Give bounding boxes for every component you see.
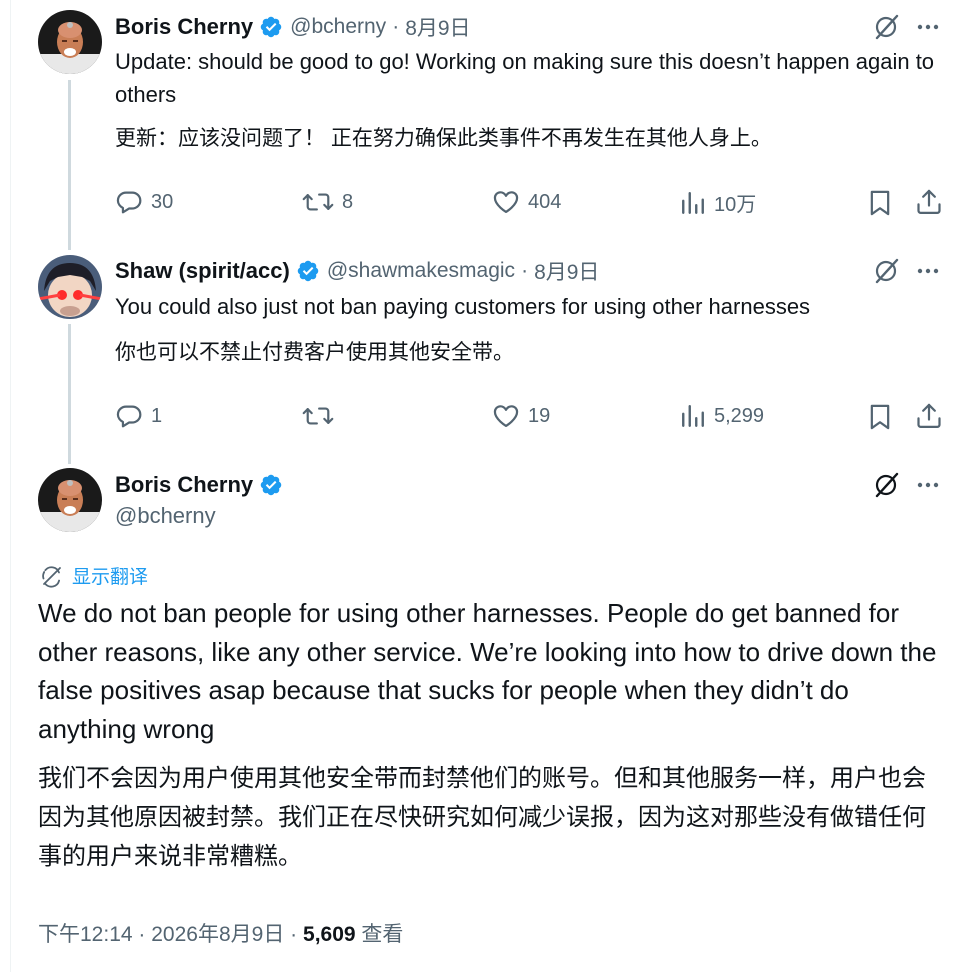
views-count: 5,299 (714, 404, 765, 427)
views-bar-chart-icon (682, 405, 704, 427)
show-translation-link[interactable]: 显示翻译 (40, 562, 148, 589)
more-dots-icon[interactable] (914, 13, 942, 41)
thread-connector-line (68, 324, 71, 464)
grok-icon[interactable] (872, 257, 900, 285)
repost-icon (302, 193, 334, 211)
main-tweet-header: Boris Cherny (115, 470, 283, 500)
tweet-header: Boris Cherny @bcherny · 8月9日 (115, 12, 471, 42)
share-button[interactable] (915, 402, 943, 430)
avatar-boris-image (38, 468, 102, 532)
avatar-boris-image (38, 10, 102, 74)
translate-icon (42, 565, 61, 588)
tweet-header: Shaw (spirit/acc) @shawmakesmagic · 8月9日 (115, 256, 599, 286)
display-name[interactable]: Boris Cherny (115, 472, 253, 498)
avatar-boris-cherny[interactable] (38, 10, 102, 74)
meta-separator: · (521, 259, 529, 282)
bookmark-button[interactable] (866, 189, 894, 217)
grok-icon[interactable] (872, 13, 900, 41)
reply-icon (116, 191, 142, 214)
like-button[interactable]: 19 (492, 402, 550, 430)
view-count: 5,609 (303, 923, 356, 946)
bookmark-icon (870, 404, 890, 430)
tweet-date[interactable]: 8月9日 (534, 256, 599, 286)
display-name[interactable]: Shaw (spirit/acc) (115, 258, 290, 284)
avatar-boris-cherny[interactable] (38, 468, 102, 532)
repost-count: 8 (342, 190, 354, 213)
bookmark-icon (870, 190, 890, 216)
tweet-date[interactable]: 2026年8月9日 (151, 923, 284, 946)
verified-badge-icon[interactable] (259, 473, 283, 497)
heart-icon (493, 191, 519, 214)
reply-button[interactable]: 1 (115, 402, 162, 430)
reply-count: 30 (151, 190, 174, 213)
grok-icon[interactable] (872, 471, 900, 499)
repost-button[interactable]: 8 (302, 188, 353, 216)
verified-badge-icon[interactable] (296, 259, 320, 283)
reply-icon (116, 405, 142, 428)
views-count: 10万 (714, 194, 757, 216)
views-bar-chart-icon (682, 191, 704, 214)
verified-badge-icon[interactable] (259, 15, 283, 39)
handle[interactable]: @bcherny (290, 15, 386, 39)
tweet-date[interactable]: 8月9日 (405, 12, 470, 42)
tweet-translation: 更新：应该没问题了！ 正在努力确保此类事件不再发生在其他人身上。 (115, 127, 772, 150)
tweet-top-actions (872, 257, 942, 285)
timeline-border (10, 0, 11, 972)
meta-separator: · (392, 15, 400, 38)
reply-count: 1 (151, 404, 163, 427)
handle[interactable]: @bcherny (115, 503, 216, 529)
share-button[interactable] (915, 188, 943, 216)
tweet-text: Update: should be good to go! Working on… (115, 49, 935, 107)
tweet-translation: 你也可以不禁止付费客户使用其他安全带。 (115, 341, 514, 364)
more-dots-icon[interactable] (914, 257, 942, 285)
view-label: 查看 (361, 923, 404, 946)
main-tweet-meta: 下午12:14 · 2026年8月9日 · 5,609 查看 (38, 918, 403, 948)
tweet-top-actions (872, 471, 942, 499)
views-button[interactable]: 10万 (680, 188, 756, 217)
views-button[interactable]: 5,299 (680, 402, 764, 430)
like-button[interactable]: 404 (492, 188, 561, 216)
avatar-shaw-image (38, 255, 102, 319)
more-dots-icon[interactable] (914, 471, 942, 499)
share-icon (917, 403, 941, 428)
thread-connector-line (68, 80, 71, 250)
repost-icon (302, 407, 334, 425)
handle[interactable]: @shawmakesmagic (327, 259, 515, 283)
tweet-text: You could also just not ban paying custo… (115, 294, 811, 319)
main-tweet-translation: 我们不会因为用户使用其他安全带而封禁他们的账号。但和其他服务一样，用户也会因为其… (38, 765, 926, 870)
tweet-top-actions (872, 13, 942, 41)
like-count: 19 (528, 404, 551, 427)
display-name[interactable]: Boris Cherny (115, 14, 253, 40)
meta-separator: · (290, 923, 298, 946)
tweet-time[interactable]: 下午12:14 (38, 923, 133, 946)
reply-button[interactable]: 30 (115, 188, 173, 216)
like-count: 404 (528, 190, 562, 213)
repost-button[interactable] (302, 402, 342, 430)
show-translation-label: 显示翻译 (72, 567, 149, 588)
avatar-shaw[interactable] (38, 255, 102, 319)
main-tweet-text: We do not ban people for using other har… (38, 598, 937, 744)
share-icon (917, 189, 941, 214)
meta-separator: · (138, 923, 146, 946)
heart-icon (493, 405, 519, 428)
bookmark-button[interactable] (866, 403, 894, 431)
